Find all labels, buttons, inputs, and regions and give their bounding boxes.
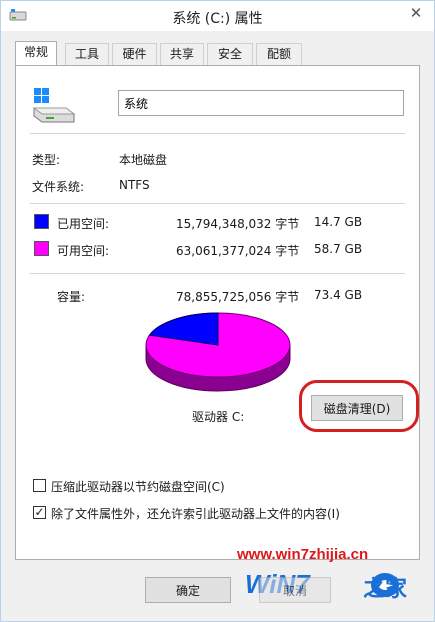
drive-letter-label: 驱动器 C:	[192, 410, 245, 424]
tab-general[interactable]: 常规	[15, 41, 57, 66]
free-space-label: 可用空间:	[57, 244, 110, 258]
index-checkbox-label[interactable]: 除了文件属性外，还允许索引此驱动器上文件的内容(I)	[51, 505, 340, 522]
capacity-size: 73.4 GB	[314, 288, 363, 302]
used-space-label: 已用空间:	[57, 217, 110, 231]
compress-checkbox[interactable]	[33, 479, 46, 492]
disk-usage-pie	[145, 312, 291, 392]
tab-tools[interactable]: 工具	[65, 43, 109, 65]
capacity-bytes: 78,855,725,056 字节	[176, 290, 300, 304]
ok-button[interactable]: 确定	[145, 577, 231, 603]
separator-2	[30, 203, 405, 204]
cancel-button[interactable]: 取消	[259, 577, 331, 603]
watermark-logo-suffix: 之家	[363, 577, 408, 602]
general-panel: 类型: 本地磁盘 文件系统: NTFS 已用空间: 15,794,348,032…	[15, 65, 420, 560]
window-title: 系统 (C:) 属性	[172, 11, 263, 27]
compress-checkbox-label[interactable]: 压缩此驱动器以节约磁盘空间(C)	[51, 478, 225, 495]
separator-3	[30, 273, 405, 274]
free-space-size: 58.7 GB	[314, 242, 363, 256]
used-space-swatch	[34, 214, 49, 229]
title-bar: 系统 (C:) 属性 ✕	[1, 1, 434, 31]
used-space-bytes: 15,794,348,032 字节	[176, 217, 300, 231]
tab-quota[interactable]: 配额	[256, 43, 302, 65]
tab-hardware[interactable]: 硬件	[112, 43, 157, 65]
separator-1	[30, 133, 405, 134]
filesystem-label: 文件系统:	[32, 180, 85, 194]
filesystem-value: NTFS	[119, 178, 150, 192]
properties-window: 系统 (C:) 属性 ✕ 常规 工具 硬件 共享 安全 配额 类型: 本地磁盘 …	[0, 0, 435, 622]
disk-cleanup-button[interactable]: 磁盘清理(D)	[311, 395, 403, 421]
capacity-label: 容量:	[57, 290, 86, 304]
free-space-bytes: 63,061,377,024 字节	[176, 244, 300, 258]
type-value: 本地磁盘	[119, 153, 168, 167]
hard-drive-icon	[32, 88, 76, 123]
volume-name-input[interactable]	[118, 90, 404, 116]
tab-security[interactable]: 安全	[207, 43, 253, 65]
used-space-size: 14.7 GB	[314, 215, 363, 229]
tab-sharing[interactable]: 共享	[160, 43, 204, 65]
close-button[interactable]: ✕	[404, 4, 428, 22]
type-label: 类型:	[32, 153, 61, 167]
free-space-swatch	[34, 241, 49, 256]
index-checkbox[interactable]: ✓	[33, 506, 46, 519]
watermark-url: www.win7zhijia.cn	[237, 546, 369, 563]
